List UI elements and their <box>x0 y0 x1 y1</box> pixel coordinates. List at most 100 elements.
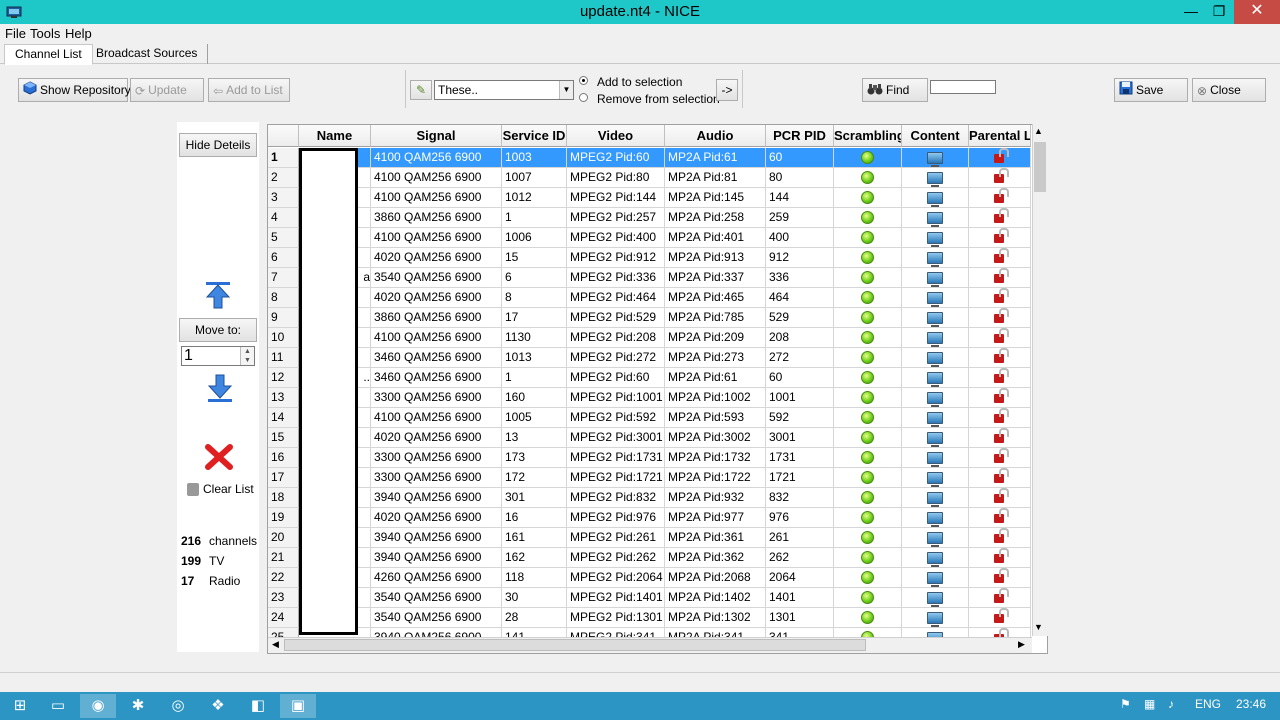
firefox-icon[interactable]: ◉ <box>80 694 116 718</box>
hide-details-button[interactable]: Hide Deteils <box>179 133 257 157</box>
menu-help[interactable]: Help <box>65 26 92 41</box>
scrambling-header[interactable]: Scrambling <box>834 125 902 147</box>
delete-button[interactable] <box>204 443 234 471</box>
close-button[interactable]: ⊗ Close <box>1192 78 1266 102</box>
table-row[interactable]: 4 3860 QAM256 6900 1 MPEG2 Pid:257 MP2A Pid:… <box>268 208 1031 228</box>
lock-icon[interactable] <box>993 448 1009 463</box>
lock-icon[interactable] <box>993 608 1009 623</box>
table-row[interactable]: 24 3540 QAM256 6900 28 MPEG2 Pid:1301 MP2A P… <box>268 608 1031 628</box>
table-row[interactable]: 20 3940 QAM256 6900 161 MPEG2 Pid:261 MP2A P… <box>268 528 1031 548</box>
file-explorer-icon[interactable]: ▭ <box>40 694 76 718</box>
move-to-button[interactable]: Move to: <box>179 318 257 342</box>
find-input[interactable] <box>930 80 996 94</box>
pcr-pid-header[interactable]: PCR PID <box>766 125 834 147</box>
tab-broadcast-sources[interactable]: Broadcast Sources <box>86 44 209 64</box>
lock-icon[interactable] <box>993 308 1009 323</box>
lock-icon[interactable] <box>993 588 1009 603</box>
apply-selection-button[interactable]: -> <box>716 79 738 101</box>
table-row[interactable]: 15 4020 QAM256 6900 13 MPEG2 Pid:3001 MP2A P… <box>268 428 1031 448</box>
lock-icon[interactable] <box>993 168 1009 183</box>
radio-add-to-selection[interactable]: Add to selection <box>579 75 682 89</box>
find-button[interactable]: Find <box>862 78 928 102</box>
lock-icon[interactable] <box>993 348 1009 363</box>
table-row[interactable]: 23 3540 QAM256 6900 30 MPEG2 Pid:1401 MP2A P… <box>268 588 1031 608</box>
scroll-right-icon[interactable]: ▶ <box>1018 639 1025 650</box>
app-launcher-icon[interactable]: ✱ <box>120 694 156 718</box>
table-row[interactable]: 2 4100 QAM256 6900 1007 MPEG2 Pid:80 MP2A Pi… <box>268 168 1031 188</box>
maximize-button[interactable]: ❐ <box>1204 0 1234 24</box>
chevron-down-icon[interactable]: ▼ <box>559 81 573 99</box>
minimize-button[interactable]: — <box>1176 0 1206 24</box>
menu-tools[interactable]: Tools <box>30 26 60 41</box>
vertical-scroll-thumb[interactable] <box>1034 142 1046 192</box>
lock-icon[interactable] <box>993 368 1009 383</box>
lock-icon[interactable] <box>993 568 1009 583</box>
menu-file[interactable]: File <box>5 26 26 41</box>
service-id-header[interactable]: Service ID <box>502 125 567 147</box>
lock-icon[interactable] <box>993 228 1009 243</box>
name-header[interactable]: Name <box>299 125 371 147</box>
scroll-left-icon[interactable]: ◀ <box>272 639 279 650</box>
move-up-button[interactable] <box>202 280 234 310</box>
clock[interactable]: 23:46 <box>1236 697 1266 711</box>
video-header[interactable]: Video <box>567 125 665 147</box>
table-row[interactable]: 7 a 3540 QAM256 6900 6 MPEG2 Pid:336 MP2A Pid… <box>268 268 1031 288</box>
vertical-scrollbar[interactable] <box>1032 124 1048 636</box>
chrome-icon[interactable]: ◎ <box>160 694 196 718</box>
lock-icon[interactable] <box>993 488 1009 503</box>
stepper-icon[interactable]: ▲ ▼ <box>240 347 254 365</box>
table-row[interactable]: 6 4020 QAM256 6900 15 MPEG2 Pid:912 MP2A Pid… <box>268 248 1031 268</box>
language-indicator[interactable]: ENG <box>1195 697 1221 711</box>
lock-icon[interactable] <box>993 408 1009 423</box>
table-row[interactable]: 22 4260 QAM256 6900 118 MPEG2 Pid:2064 MP2A … <box>268 568 1031 588</box>
document-app-icon[interactable]: ◧ <box>240 694 276 718</box>
table-row[interactable]: 19 4020 QAM256 6900 16 MPEG2 Pid:976 MP2A Pi… <box>268 508 1031 528</box>
lock-icon[interactable] <box>993 508 1009 523</box>
content-header[interactable]: Content <box>902 125 969 147</box>
lock-icon[interactable] <box>993 548 1009 563</box>
table-row[interactable]: 11 3460 QAM256 6900 1013 MPEG2 Pid:272 MP2A … <box>268 348 1031 368</box>
table-row[interactable]: 1 4100 QAM256 6900 1003 MPEG2 Pid:60 MP2A Pi… <box>268 148 1031 168</box>
table-row[interactable]: 5 4100 QAM256 6900 1006 MPEG2 Pid:400 MP2A P… <box>268 228 1031 248</box>
tab-channel-list[interactable]: Channel List <box>4 44 93 65</box>
radio-remove-from-selection[interactable]: Remove from selection <box>579 92 720 106</box>
table-row[interactable]: 18 3940 QAM256 6900 301 MPEG2 Pid:832 MP2A P… <box>268 488 1031 508</box>
lock-icon[interactable] <box>993 288 1009 303</box>
parental-lock-header[interactable]: Parental Lo <box>969 125 1031 147</box>
table-corner[interactable] <box>268 125 299 147</box>
table-row[interactable]: 14 4100 QAM256 6900 1005 MPEG2 Pid:592 MP2A … <box>268 408 1031 428</box>
table-row[interactable]: 17 3300 QAM256 6900 172 MPEG2 Pid:1721 MP2A … <box>268 468 1031 488</box>
flag-icon[interactable]: ⚑ <box>1120 697 1131 711</box>
lock-icon[interactable] <box>993 528 1009 543</box>
table-row[interactable]: 16 3300 QAM256 6900 173 MPEG2 Pid:1731 MP2A … <box>268 448 1031 468</box>
volume-icon[interactable]: ♪ <box>1168 697 1174 711</box>
add-to-list-button[interactable]: ⇦ Add to List <box>208 78 290 102</box>
close-window-button[interactable]: ✕ <box>1234 0 1280 24</box>
signal-header[interactable]: Signal <box>371 125 502 147</box>
edit-filter-button[interactable]: ✎ <box>410 80 432 100</box>
table-row[interactable]: 9 3860 QAM256 6900 17 MPEG2 Pid:529 MP2A Pid… <box>268 308 1031 328</box>
update-button[interactable]: ⟳ Update <box>130 78 204 102</box>
scroll-up-icon[interactable]: ▲ <box>1034 126 1043 136</box>
nice-app-icon[interactable]: ▣ <box>280 694 316 718</box>
lock-icon[interactable] <box>993 468 1009 483</box>
move-to-field[interactable]: 1 ▲ ▼ <box>181 346 255 366</box>
table-row[interactable]: 21 3940 QAM256 6900 162 MPEG2 Pid:262 MP2A P… <box>268 548 1031 568</box>
audio-header[interactable]: Audio <box>665 125 766 147</box>
scroll-down-icon[interactable]: ▼ <box>1034 622 1043 632</box>
table-row[interactable]: 3 4100 QAM256 6900 1012 MPEG2 Pid:144 MP2A P… <box>268 188 1031 208</box>
windows-start-icon[interactable]: ⊞ <box>2 694 38 718</box>
table-row[interactable]: 10 4100 QAM256 6900 1130 MPEG2 Pid:208 MP2A … <box>268 328 1031 348</box>
lock-icon[interactable] <box>993 328 1009 343</box>
lock-icon[interactable] <box>993 208 1009 223</box>
table-row[interactable]: 8 4020 QAM256 6900 8 MPEG2 Pid:464 MP2A Pid:… <box>268 288 1031 308</box>
show-repository-button[interactable]: Show Repository <box>18 78 131 102</box>
clear-list-button[interactable]: Clear List <box>187 482 259 500</box>
lock-icon[interactable] <box>993 268 1009 283</box>
network-icon[interactable]: ▦ <box>1144 697 1155 711</box>
lock-icon[interactable] <box>993 148 1009 163</box>
save-button[interactable]: Save <box>1114 78 1188 102</box>
lock-icon[interactable] <box>993 428 1009 443</box>
network-tool-icon[interactable]: ❖ <box>200 694 236 718</box>
lock-icon[interactable] <box>993 388 1009 403</box>
